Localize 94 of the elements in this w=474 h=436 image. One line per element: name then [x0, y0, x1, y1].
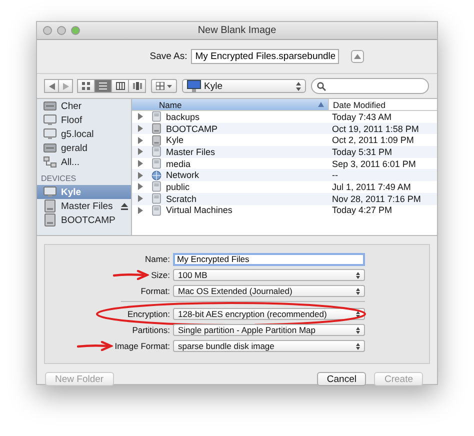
- popup-menu[interactable]: 100 MB: [173, 269, 365, 281]
- monitor-icon: [43, 185, 57, 199]
- drive-icon: [151, 134, 162, 146]
- back-arrow-icon: [48, 82, 54, 90]
- dialog-button[interactable]: Cancel: [316, 372, 366, 386]
- annotation-arrow: [76, 341, 113, 351]
- sidebar-item[interactable]: Cher: [37, 99, 131, 113]
- column-header[interactable]: Date Modified: [328, 99, 437, 110]
- field-label: Encryption:: [127, 309, 170, 319]
- forward-arrow-icon: [62, 82, 68, 90]
- file-name[interactable]: backups: [166, 112, 200, 122]
- date-modified: Today 5:31 PM: [331, 146, 392, 157]
- sort-arrow-icon: [318, 102, 324, 107]
- popup-menu[interactable]: sparse bundle disk image: [173, 340, 365, 352]
- folder-icon: [151, 181, 162, 192]
- monitor-icon: [43, 127, 57, 141]
- sidebar-item[interactable]: gerald: [37, 141, 131, 155]
- file-name[interactable]: Scratch: [166, 194, 197, 204]
- file-name[interactable]: public: [166, 182, 190, 192]
- server-icon: [43, 99, 57, 113]
- folder-icon: [151, 146, 162, 158]
- zoom-button[interactable]: [71, 26, 80, 35]
- window-title: New Blank Image: [198, 25, 276, 36]
- drive-icon: [43, 213, 57, 227]
- stepper-icon: [356, 310, 360, 318]
- view-mode-button[interactable]: [111, 79, 129, 93]
- popup-menu[interactable]: Single partition - Apple Partition Map: [173, 324, 365, 336]
- stepper-icon: [356, 342, 360, 350]
- stepper-icon: [356, 288, 360, 294]
- sidebar-item[interactable]: BOOTCAMP: [37, 213, 131, 227]
- sidebar-item[interactable]: g5.local: [37, 127, 131, 141]
- arrange-button[interactable]: [151, 79, 177, 93]
- view-mode-button[interactable]: [128, 79, 146, 93]
- expand-button[interactable]: [351, 50, 364, 63]
- file-name[interactable]: media: [166, 158, 191, 169]
- file-name[interactable]: BOOTCAMP: [166, 124, 218, 134]
- globe-icon: [151, 170, 162, 181]
- back-button[interactable]: [44, 79, 59, 93]
- eject-icon[interactable]: [120, 202, 128, 210]
- drive-icon: [43, 199, 57, 213]
- forward-button[interactable]: [58, 79, 73, 93]
- folder-icon: [151, 193, 162, 204]
- date-modified: Oct 2, 2011 1:09 PM: [331, 135, 414, 146]
- date-modified: Jul 1, 2011 7:49 AM: [331, 182, 411, 192]
- field-label: Partitions:: [132, 325, 170, 335]
- date-modified: Today 7:43 AM: [331, 112, 392, 122]
- name-field[interactable]: My Encrypted Files: [173, 252, 365, 266]
- stepper-icon: [356, 326, 360, 334]
- folder-icon: [151, 204, 162, 216]
- drive-icon: [151, 123, 162, 134]
- date-modified: --: [331, 170, 338, 180]
- search-field[interactable]: [311, 78, 429, 94]
- save-as-label: Save As:: [150, 51, 188, 62]
- view-mode-button[interactable]: [94, 79, 112, 93]
- server-icon: [43, 141, 57, 155]
- location-popup[interactable]: Kyle: [182, 79, 306, 93]
- field-label: Name:: [144, 254, 170, 264]
- folder-icon: [151, 111, 162, 122]
- search-icon: [317, 82, 326, 90]
- popup-menu[interactable]: Mac OS Extended (Journaled): [173, 285, 365, 297]
- file-name-field[interactable]: My Encrypted Files.sparsebundle: [191, 49, 340, 64]
- triangle-icon: [354, 54, 362, 59]
- column-view-icon: [116, 82, 124, 90]
- date-modified: Oct 19, 2011 1:58 PM: [331, 124, 419, 134]
- arrange-icon: [156, 82, 172, 90]
- field-label: Format:: [140, 286, 170, 296]
- minimize-button[interactable]: [57, 26, 66, 35]
- cover-flow-icon: [132, 82, 142, 90]
- monitor-icon: [187, 80, 201, 92]
- folder-icon: [151, 158, 162, 170]
- view-mode-button[interactable]: [77, 79, 95, 93]
- popup-menu[interactable]: 128-bit AES encryption (recommended): [173, 308, 365, 320]
- icon-view-icon: [82, 82, 90, 90]
- monitor-icon: [43, 113, 57, 127]
- list-view-icon: [98, 82, 108, 90]
- annotation-arrow: [113, 270, 150, 280]
- file-name[interactable]: Virtual Machines: [166, 205, 232, 216]
- file-name[interactable]: Kyle: [166, 135, 184, 146]
- sidebar-item[interactable]: All...: [37, 155, 131, 169]
- sidebar-item[interactable]: Master Files: [37, 199, 131, 213]
- file-name[interactable]: Master Files: [166, 146, 216, 157]
- sidebar-item[interactable]: Floof: [37, 113, 131, 127]
- sidebar-heading: DEVICES: [40, 173, 78, 185]
- field-label: Size:: [151, 270, 170, 280]
- date-modified: Sep 3, 2011 6:01 PM: [331, 158, 416, 169]
- close-button[interactable]: [43, 26, 52, 35]
- file-name[interactable]: Network: [166, 170, 200, 180]
- column-header[interactable]: Name: [132, 99, 328, 110]
- date-modified: Nov 28, 2011 7:16 PM: [331, 194, 421, 204]
- network-icon: [43, 155, 57, 169]
- date-modified: Today 4:27 PM: [331, 205, 392, 216]
- stepper-icon: [356, 272, 360, 278]
- field-label: Image Format:: [114, 341, 170, 351]
- stepper-icon: [296, 82, 301, 90]
